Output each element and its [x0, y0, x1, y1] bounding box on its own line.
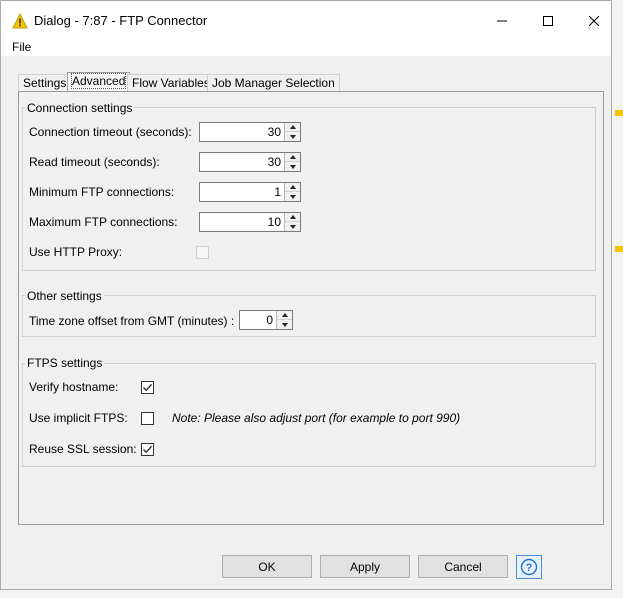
checkmark-icon — [143, 383, 152, 392]
tab-label: Advanced — [70, 73, 127, 89]
tz-offset-spinner[interactable]: 0 — [239, 310, 293, 330]
spinner-up-arrow-icon[interactable] — [285, 183, 300, 192]
help-button[interactable]: ? — [516, 555, 542, 579]
tab-label: Settings — [23, 76, 67, 90]
minimize-icon — [497, 20, 507, 21]
implicit-ftps-checkbox[interactable] — [141, 412, 154, 425]
window-title: Dialog - 7:87 - FTP Connector — [34, 13, 208, 28]
read-timeout-spinner[interactable]: 30 — [199, 152, 301, 172]
spinner-arrows — [284, 123, 300, 141]
ok-button[interactable]: OK — [222, 555, 312, 578]
apply-button[interactable]: Apply — [320, 555, 410, 578]
connection-timeout-spinner[interactable]: 30 — [199, 122, 301, 142]
tab-job-manager-selection[interactable]: Job Manager Selection — [207, 74, 340, 91]
cancel-button[interactable]: Cancel — [418, 555, 508, 578]
help-glyph: ? — [526, 562, 533, 574]
read-timeout-value[interactable]: 30 — [268, 155, 281, 169]
read-timeout-label: Read timeout (seconds): — [29, 155, 160, 169]
use-http-proxy-label: Use HTTP Proxy: — [29, 245, 123, 259]
spinner-arrows — [284, 153, 300, 171]
tab-label: Job Manager Selection — [212, 76, 335, 90]
reuse-ssl-label: Reuse SSL session: — [29, 442, 137, 456]
spinner-down-arrow-icon[interactable] — [285, 162, 300, 171]
spinner-up-arrow-icon[interactable] — [285, 213, 300, 222]
maximize-button[interactable] — [525, 6, 571, 35]
spinner-down-arrow-icon[interactable] — [285, 222, 300, 231]
use-http-proxy-checkbox[interactable] — [196, 246, 209, 259]
min-ftp-connections-value[interactable]: 1 — [274, 185, 281, 199]
min-ftp-connections-label: Minimum FTP connections: — [29, 185, 175, 199]
tab-label: Flow Variables — [132, 76, 210, 90]
spinner-arrows — [276, 311, 292, 329]
spinner-up-arrow-icon[interactable] — [277, 311, 292, 320]
tz-offset-label: Time zone offset from GMT (minutes) : — [29, 314, 235, 328]
reuse-ssl-checkbox[interactable] — [141, 443, 154, 456]
spinner-arrows — [284, 213, 300, 231]
checkmark-icon — [143, 445, 152, 454]
menu-file[interactable]: File — [12, 40, 31, 54]
max-ftp-connections-label: Maximum FTP connections: — [29, 215, 178, 229]
maximize-icon — [543, 15, 553, 26]
background-workflow-area — [611, 0, 623, 598]
tz-offset-value[interactable]: 0 — [266, 313, 273, 327]
verify-hostname-label: Verify hostname: — [29, 380, 119, 394]
spinner-arrows — [284, 183, 300, 201]
tab-settings[interactable]: Settings — [18, 74, 72, 91]
title-bar: Dialog - 7:87 - FTP Connector — [1, 1, 611, 39]
background-node-mark — [615, 246, 623, 252]
spinner-up-arrow-icon[interactable] — [285, 123, 300, 132]
connection-timeout-value[interactable]: 30 — [268, 125, 281, 139]
max-ftp-connections-spinner[interactable]: 10 — [199, 212, 301, 232]
verify-hostname-checkbox[interactable] — [141, 381, 154, 394]
background-node-mark — [615, 110, 623, 116]
ftps-settings-legend: FTPS settings — [25, 356, 105, 370]
tab-flow-variables[interactable]: Flow Variables — [127, 74, 215, 91]
help-icon: ? — [520, 558, 538, 576]
implicit-ftps-note: Note: Please also adjust port (for examp… — [172, 411, 461, 425]
knime-warning-icon — [12, 13, 28, 29]
connection-settings-legend: Connection settings — [25, 101, 135, 115]
spinner-down-arrow-icon[interactable] — [277, 320, 292, 329]
max-ftp-connections-value[interactable]: 10 — [268, 215, 281, 229]
spinner-down-arrow-icon[interactable] — [285, 132, 300, 141]
implicit-ftps-label: Use implicit FTPS: — [29, 411, 128, 425]
minimize-button[interactable] — [479, 6, 525, 35]
min-ftp-connections-spinner[interactable]: 1 — [199, 182, 301, 202]
connection-timeout-label: Connection timeout (seconds): — [29, 125, 192, 139]
spinner-down-arrow-icon[interactable] — [285, 192, 300, 201]
close-button[interactable] — [571, 6, 617, 35]
tab-advanced[interactable]: Advanced — [67, 72, 131, 92]
spinner-up-arrow-icon[interactable] — [285, 153, 300, 162]
other-settings-legend: Other settings — [25, 289, 104, 303]
dialog-window: Dialog - 7:87 - FTP Connector File Setti… — [0, 0, 612, 590]
menu-bar — [1, 39, 611, 56]
close-icon — [589, 15, 599, 26]
